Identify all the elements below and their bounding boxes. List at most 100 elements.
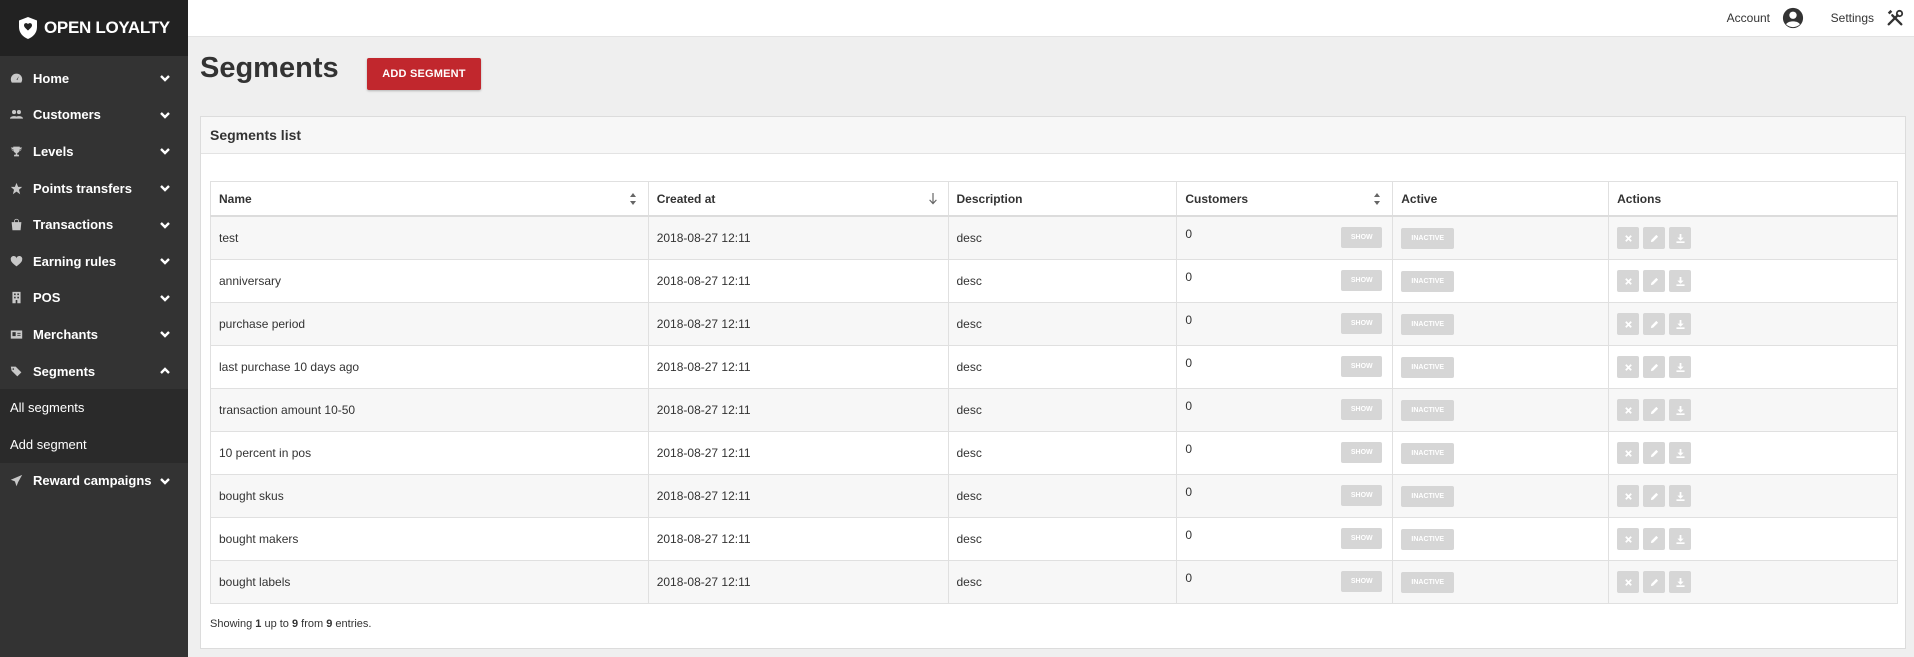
sidebar-item-earning-rules[interactable]: Earning rules [0,243,188,280]
cell-created-at: 2018-08-27 12:11 [647,388,949,432]
sidebar-item-reward-campaigns[interactable]: Reward campaigns [0,463,188,500]
pencil-icon [1650,492,1658,500]
download-button[interactable] [1669,227,1692,249]
show-customers-button[interactable]: SHOW [1341,571,1383,592]
download-button[interactable] [1669,442,1692,464]
cell-name: test [210,215,649,260]
download-button[interactable] [1669,356,1692,378]
show-customers-button[interactable]: SHOW [1341,356,1383,377]
edit-button[interactable] [1643,571,1666,593]
settings-menu[interactable]: Settings [1831,0,1904,36]
inactive-toggle-button[interactable]: INACTIVE [1401,442,1455,464]
cell-active: INACTIVE [1392,388,1610,432]
customers-count: 0 [1185,356,1193,370]
sidebar-item-points-transfers[interactable]: Points transfers [0,170,188,207]
cell-customers: 0 SHOW [1176,345,1394,389]
chevron-down-icon [159,219,171,231]
column-header-created-at[interactable]: Created at [647,181,949,217]
delete-button[interactable] [1617,442,1640,464]
inactive-toggle-button[interactable]: INACTIVE [1401,227,1455,249]
pencil-icon [1650,363,1658,371]
sidebar-item-home[interactable]: Home [0,60,188,97]
brand-logo[interactable]: OPEN LOYALTY [0,0,188,56]
delete-button[interactable] [1617,485,1640,507]
cell-created-at: 2018-08-27 12:11 [647,345,949,389]
cell-description: desc [947,388,1178,432]
page-title: Segments [200,52,339,84]
table-row: last purchase 10 days ago 2018-08-27 12:1… [210,345,1898,389]
inactive-toggle-button[interactable]: INACTIVE [1401,528,1455,550]
delete-button[interactable] [1617,227,1640,249]
show-customers-button[interactable]: SHOW [1341,528,1383,549]
download-icon [1676,534,1685,544]
delete-button[interactable] [1617,313,1640,335]
delete-button[interactable] [1617,270,1640,292]
add-segment-button[interactable]: ADD SEGMENT [367,58,481,90]
delete-button[interactable] [1617,528,1640,550]
account-menu[interactable]: Account [1727,0,1804,36]
dashboard-icon [9,71,23,85]
inactive-toggle-button[interactable]: INACTIVE [1401,399,1455,421]
inactive-toggle-button[interactable]: INACTIVE [1401,356,1455,378]
shopping-bag-icon [9,218,23,232]
trophy-icon [9,144,23,158]
edit-button[interactable] [1643,313,1666,335]
sidebar-item-customers[interactable]: Customers [0,97,188,134]
download-button[interactable] [1669,528,1692,550]
download-button[interactable] [1669,270,1692,292]
close-icon [1624,535,1632,543]
table-info: Showing 1 up to 9 from 9 entries. [210,618,372,630]
sidebar-item-levels[interactable]: Levels [0,133,188,170]
close-icon [1624,320,1632,328]
column-header-customers[interactable]: Customers [1176,181,1394,217]
edit-button[interactable] [1643,270,1666,292]
sidebar-item-label: Segments [33,363,96,379]
users-icon [9,108,23,122]
cell-description: desc [947,215,1178,260]
cell-name: bought makers [210,517,649,561]
sidebar-item-pos[interactable]: POS [0,280,188,317]
download-icon [1676,405,1685,415]
show-customers-button[interactable]: SHOW [1341,485,1383,506]
delete-button[interactable] [1617,399,1640,421]
sidebar-item-merchants[interactable]: Merchants [0,316,188,353]
cell-description: desc [947,517,1178,561]
show-customers-button[interactable]: SHOW [1341,399,1383,420]
customers-count: 0 [1185,313,1193,327]
show-customers-button[interactable]: SHOW [1341,442,1383,463]
edit-button[interactable] [1643,485,1666,507]
close-icon [1624,363,1632,371]
inactive-toggle-button[interactable]: INACTIVE [1401,313,1455,335]
submenu-item-add-segment[interactable]: Add segment [0,426,188,463]
table-row: purchase period 2018-08-27 12:11 desc 0 SHOW… [210,302,1898,346]
delete-button[interactable] [1617,571,1640,593]
download-button[interactable] [1669,571,1692,593]
edit-button[interactable] [1643,399,1666,421]
sidebar-item-segments[interactable]: Segments [0,352,188,390]
show-customers-button[interactable]: SHOW [1341,227,1383,248]
inactive-toggle-button[interactable]: INACTIVE [1401,270,1455,292]
show-customers-button[interactable]: SHOW [1341,270,1383,291]
download-button[interactable] [1669,399,1692,421]
cell-name: transaction amount 10-50 [210,388,649,432]
cell-customers: 0 SHOW [1176,259,1394,303]
edit-button[interactable] [1643,528,1666,550]
column-header-name[interactable]: Name [210,181,649,217]
download-button[interactable] [1669,485,1692,507]
show-customers-button[interactable]: SHOW [1341,313,1383,334]
edit-button[interactable] [1643,227,1666,249]
inactive-toggle-button[interactable]: INACTIVE [1401,571,1455,593]
download-icon [1676,491,1685,501]
submenu-item-all-segments[interactable]: All segments [0,389,188,426]
edit-button[interactable] [1643,442,1666,464]
paper-plane-icon [9,474,23,488]
cell-created-at: 2018-08-27 12:11 [647,431,949,475]
inactive-toggle-button[interactable]: INACTIVE [1401,485,1455,507]
delete-button[interactable] [1617,356,1640,378]
cell-customers: 0 SHOW [1176,388,1394,432]
cell-name: last purchase 10 days ago [210,345,649,389]
edit-button[interactable] [1643,356,1666,378]
cell-active: INACTIVE [1392,474,1610,518]
download-button[interactable] [1669,313,1692,335]
sidebar-item-transactions[interactable]: Transactions [0,206,188,243]
